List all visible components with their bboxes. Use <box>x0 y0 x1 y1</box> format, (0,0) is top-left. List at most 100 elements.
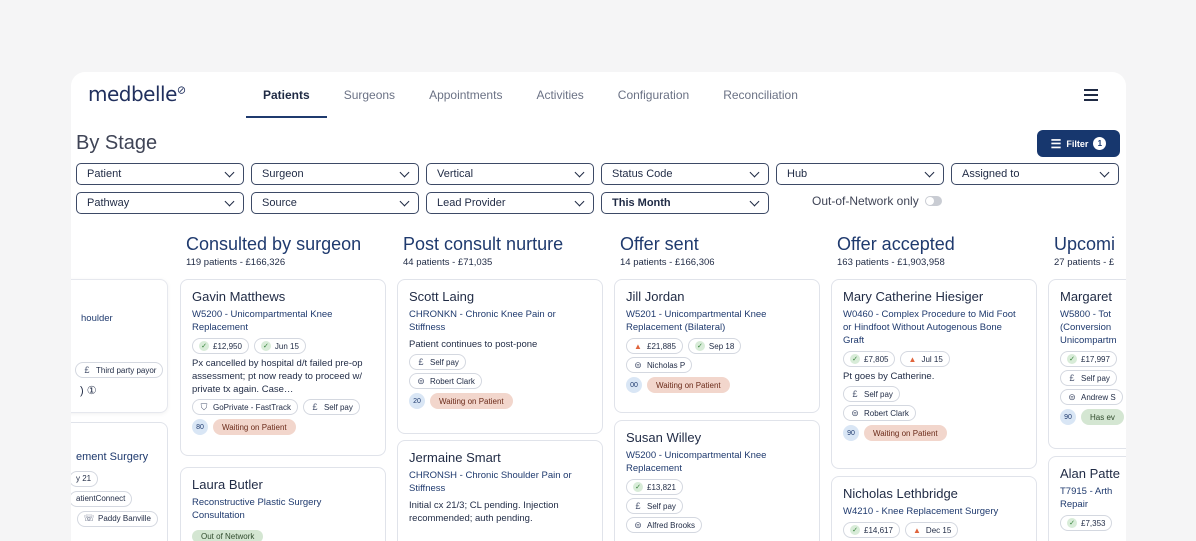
count-badge: 80 <box>192 419 208 435</box>
count-badge: 90 <box>1060 409 1076 425</box>
surgeon-select[interactable]: Surgeon <box>251 163 419 185</box>
chevron-down-icon <box>924 167 935 177</box>
filter-button[interactable]: ☰ Filter 1 <box>1037 130 1120 157</box>
price-pill: ▲ £21,885 <box>626 338 683 354</box>
assigned-to-select[interactable]: Assigned to <box>951 163 1119 185</box>
page-title: By Stage <box>76 132 158 154</box>
price-pill: ✓ £13,821 <box>626 479 683 495</box>
main-nav: Patients Surgeons Appointments Activitie… <box>246 72 815 118</box>
vertical-select[interactable]: Vertical <box>426 163 594 185</box>
source-select[interactable]: Source <box>251 192 419 214</box>
chevron-down-icon <box>749 196 760 206</box>
check-icon: ✓ <box>1067 354 1077 364</box>
user-icon: ⊜ <box>634 359 642 370</box>
column-header-offer-sent: Offer sent 14 patients - £166,306 <box>620 234 715 268</box>
tab-activities[interactable]: Activities <box>519 72 600 118</box>
count-badge: 00 <box>626 377 642 393</box>
pound-icon: £ <box>1069 373 1075 383</box>
column-header-post-consult: Post consult nurture 44 patients - £71,03… <box>403 234 564 268</box>
filter-icon: ☰ <box>1050 136 1062 151</box>
tab-appointments[interactable]: Appointments <box>412 72 519 118</box>
info-circle-icon[interactable]: ) ① <box>80 384 97 397</box>
tab-reconciliation[interactable]: Reconciliation <box>706 72 815 118</box>
pound-icon: £ <box>418 357 424 367</box>
check-icon: ✓ <box>260 341 271 351</box>
surgeon-pill: ⊜ Robert Clark <box>843 405 916 421</box>
status-code-select[interactable]: Status Code <box>601 163 769 185</box>
chevron-down-icon <box>224 167 235 177</box>
kanban-card[interactable]: Susan Willey W5200 - Unicompartmental Kn… <box>614 420 820 541</box>
date-pill: ▲ Jul 15 <box>900 351 950 367</box>
chevron-down-icon <box>574 167 585 177</box>
kanban-card[interactable]: Margaret W5800 - Tot (Conversion Unicomp… <box>1048 279 1126 449</box>
price-pill: ✓ £7,805 <box>843 351 896 367</box>
price-pill: ✓ £7,353 <box>1060 515 1113 531</box>
kanban-card[interactable]: Gavin Matthews W5200 - Unicompartmental … <box>180 279 386 456</box>
chevron-down-icon <box>1099 167 1110 177</box>
warning-icon: ▲ <box>912 525 921 535</box>
provider-pill: ⛉ GoPrivate - FastTrack <box>192 399 298 415</box>
price-pill: ✓ £14,617 <box>843 522 900 538</box>
pound-icon: £ <box>84 365 90 375</box>
kanban-card[interactable]: Alan Patte T7915 - Arth Repair ✓ £7,353 <box>1048 456 1126 541</box>
date-range-select[interactable]: This Month <box>601 192 769 214</box>
kanban-card[interactable]: Jermaine Smart CHRONSH - Chronic Shoulde… <box>397 440 603 541</box>
payment-pill: £ Self pay <box>626 498 683 514</box>
chevron-down-icon <box>749 167 760 177</box>
check-icon: ✓ <box>1067 518 1077 528</box>
shield-icon: ⛉ <box>200 401 208 412</box>
surgeon-pill: ⊜ Robert Clark <box>409 373 482 389</box>
kanban-card[interactable]: Nicholas Lethbridge W4210 - Knee Replace… <box>831 476 1037 541</box>
filter-count-badge: 1 <box>1093 137 1107 150</box>
count-badge: 20 <box>409 393 425 409</box>
user-icon: ⊜ <box>634 519 642 530</box>
pound-icon: £ <box>635 501 641 511</box>
out-of-network-toggle-row: Out-of-Network only <box>812 194 942 208</box>
user-icon: ⊜ <box>851 407 859 418</box>
surgeon-pill: ⊜ Andrew S <box>1060 389 1123 405</box>
status-badge: Waiting on Patient <box>864 425 947 441</box>
payor-pill: £ Third party payor <box>75 362 164 378</box>
chevron-down-icon <box>399 167 410 177</box>
check-icon: ✓ <box>850 354 860 364</box>
kanban-card[interactable]: Jill Jordan W5201 - Unicompartmental Kne… <box>614 279 820 413</box>
out-of-network-toggle[interactable] <box>924 196 942 206</box>
price-pill: ✓ £12,950 <box>192 338 249 354</box>
check-icon: ✓ <box>694 341 705 351</box>
chevron-down-icon <box>399 196 410 206</box>
warning-icon: ▲ <box>634 341 642 351</box>
pound-icon: £ <box>852 389 858 399</box>
date-pill: ✓ Sep 18 <box>687 338 742 354</box>
kanban-card-partial[interactable]: houlder £ Third party payor ) ① <box>71 279 168 413</box>
kanban-card[interactable]: Mary Catherine Hiesiger W0460 - Complex … <box>831 279 1037 469</box>
payment-pill: £ Self pay <box>843 386 900 402</box>
payment-pill: £ Self pay <box>1060 370 1117 386</box>
kanban-card[interactable]: Laura Butler Reconstructive Plastic Surg… <box>180 467 386 541</box>
medbelle-logo[interactable]: medbelle⊘ <box>88 82 186 106</box>
status-badge: Waiting on Patient <box>213 419 296 435</box>
pathway-select[interactable]: Pathway <box>76 192 244 214</box>
date-pill: ✓ Jun 15 <box>253 338 306 354</box>
check-icon: ✓ <box>850 525 860 535</box>
lead-provider-select[interactable]: Lead Provider <box>426 192 594 214</box>
tab-patients[interactable]: Patients <box>246 72 327 118</box>
date-pill: ▲ Dec 15 <box>904 522 959 538</box>
kanban-card-partial[interactable]: ement Surgery y 21 atientConnect ☏ Paddy … <box>71 422 168 541</box>
tab-configuration[interactable]: Configuration <box>601 72 706 118</box>
count-badge: 90 <box>843 425 859 441</box>
out-of-network-badge: Out of Network <box>192 530 264 541</box>
patient-select[interactable]: Patient <box>76 163 244 185</box>
payment-pill: £ Self pay <box>409 354 466 370</box>
surgeon-pill: ⊜ Alfred Brooks <box>626 517 703 533</box>
tab-surgeons[interactable]: Surgeons <box>327 72 412 118</box>
hub-select[interactable]: Hub <box>776 163 944 185</box>
status-badge: Waiting on Patient <box>647 377 730 393</box>
price-pill: ✓ £17,997 <box>1060 351 1117 367</box>
chevron-down-icon <box>574 196 585 206</box>
user-icon: ⊜ <box>417 375 425 386</box>
hamburger-menu-icon[interactable] <box>1084 89 1098 101</box>
chevron-down-icon <box>224 196 235 206</box>
payment-pill: £ Self pay <box>302 399 360 415</box>
kanban-card[interactable]: Scott Laing CHRONKN - Chronic Knee Pain … <box>397 279 603 434</box>
column-header-offer-accepted: Offer accepted 163 patients - £1,903,958 <box>837 234 955 268</box>
